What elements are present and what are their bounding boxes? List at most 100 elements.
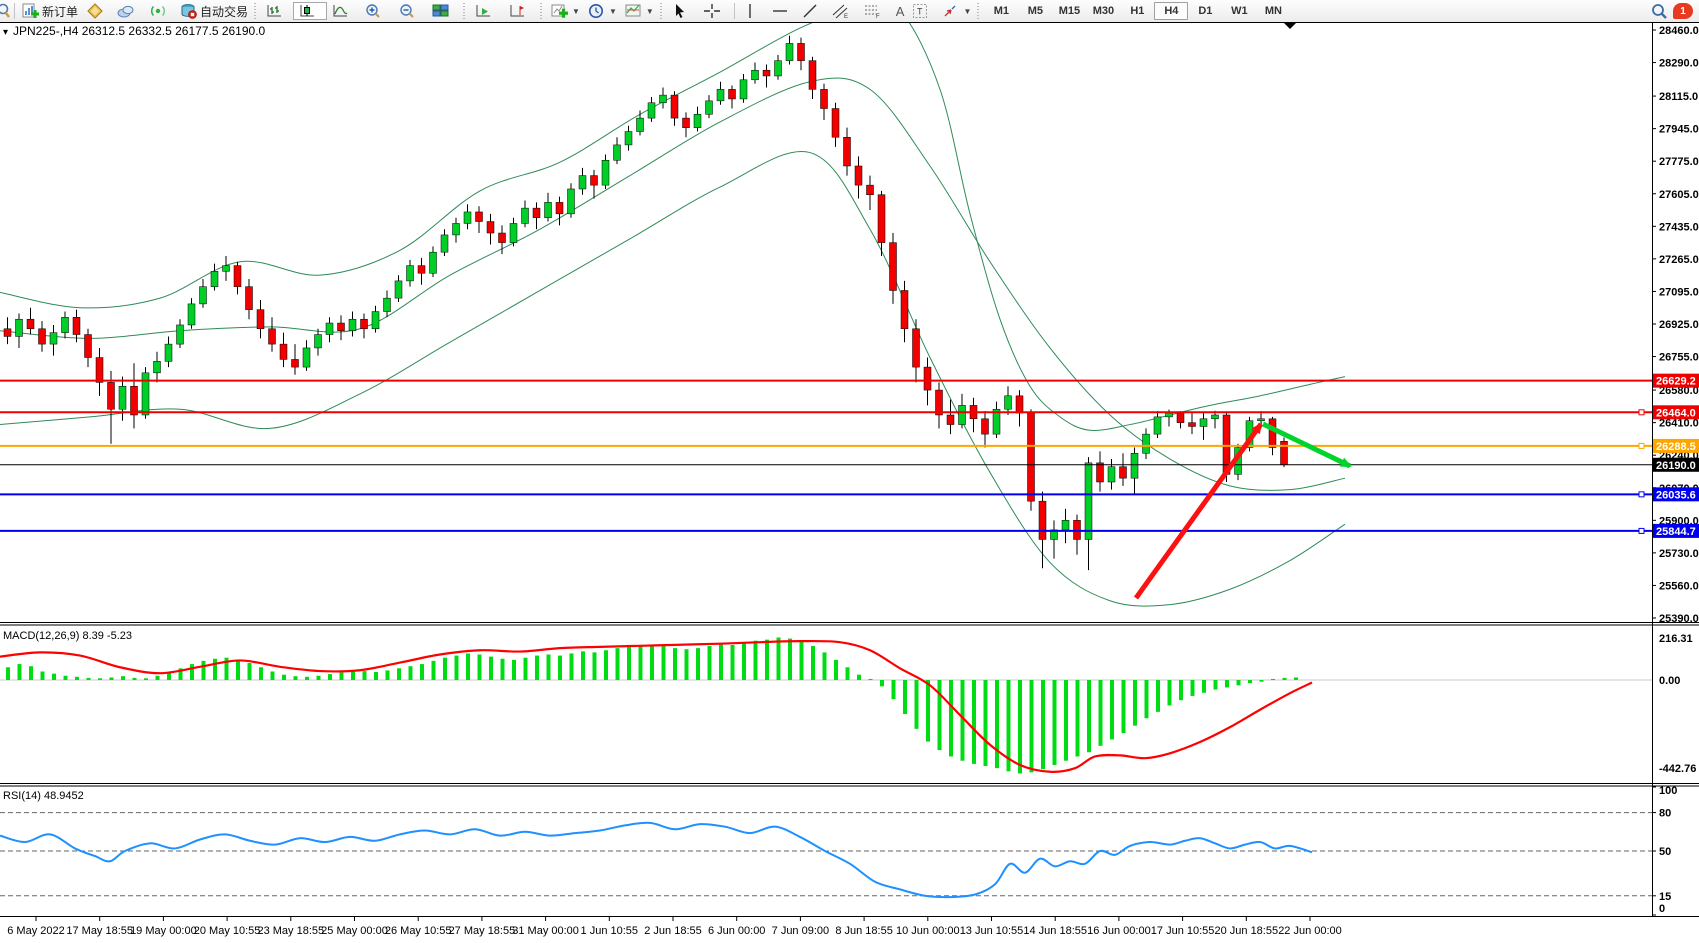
hline-handle — [1639, 443, 1644, 448]
svg-text:JPN225-,H4 26312.5 26332.5 261: JPN225-,H4 26312.5 26332.5 26177.5 26190… — [13, 24, 266, 38]
svg-text:26288.5: 26288.5 — [1656, 441, 1696, 453]
svg-text:80: 80 — [1659, 808, 1671, 820]
new-order-button[interactable]: 新订单 — [18, 1, 82, 21]
svg-text:20 May 10:55: 20 May 10:55 — [194, 925, 261, 937]
svg-text:27265.0: 27265.0 — [1659, 254, 1699, 266]
hline-handle — [1639, 492, 1644, 497]
search-icon[interactable] — [1650, 3, 1667, 19]
rsi-label: RSI(14) 48.9452 — [3, 790, 84, 802]
text-tool-icon[interactable]: A — [892, 1, 909, 21]
timeframe-button-w1[interactable]: W1 — [1222, 2, 1256, 20]
timeframe-button-m5[interactable]: M5 — [1018, 2, 1052, 20]
arrows-tool-button[interactable]: ▼ — [938, 1, 975, 21]
dropdown-caret: ▼ — [963, 7, 971, 16]
time-axis[interactable]: 6 May 202217 May 18:5519 May 00:0020 May… — [7, 917, 1342, 937]
svg-text:17 Jun 10:55: 17 Jun 10:55 — [1151, 925, 1215, 937]
timeframe-bar: M1M5M15M30H1H4D1W1MN — [984, 2, 1290, 20]
vertical-line-tool-icon[interactable] — [738, 3, 768, 19]
svg-text:28290.0: 28290.0 — [1659, 58, 1699, 70]
svg-text:-442.76: -442.76 — [1659, 763, 1696, 775]
price-chart-svg[interactable]: ▾ JPN225-,H4 26312.5 26332.5 26177.5 2619… — [0, 22, 1699, 943]
text-label-tool-icon[interactable]: T — [908, 3, 938, 19]
svg-text:26 May 10:55: 26 May 10:55 — [385, 925, 452, 937]
horizontal-line-tool-icon[interactable] — [768, 3, 798, 19]
toolbar-grip[interactable] — [254, 3, 259, 19]
svg-text:27945.0: 27945.0 — [1659, 124, 1699, 136]
templates-button[interactable]: ▼ — [621, 1, 658, 21]
dropdown-caret: ▼ — [609, 7, 617, 16]
notification-bubble[interactable]: 1 — [1673, 3, 1693, 19]
hline-handle — [1639, 528, 1644, 533]
hosting-cloud-icon[interactable] — [112, 3, 144, 19]
chart-shift-icon[interactable] — [504, 3, 538, 19]
timeframe-button-mn[interactable]: MN — [1256, 2, 1290, 20]
new-order-label: 新订单 — [42, 3, 78, 20]
svg-text:27 May 18:55: 27 May 18:55 — [449, 925, 516, 937]
toolbar-right: 1 — [1650, 3, 1699, 19]
bollinger-lower — [0, 151, 1345, 606]
timeframe-button-m15[interactable]: M15 — [1052, 2, 1086, 20]
periods-button[interactable]: ▼ — [584, 1, 621, 21]
toolbar-grip[interactable] — [540, 3, 545, 19]
arrows-tool-icon — [942, 3, 959, 19]
tile-windows-icon[interactable] — [427, 3, 461, 19]
zoom-in-icon[interactable] — [359, 3, 393, 19]
timeframe-button-h1[interactable]: H1 — [1120, 2, 1154, 20]
macd-axis: 216.310.00-442.76 — [1659, 633, 1696, 775]
svg-text:13 Jun 10:55: 13 Jun 10:55 — [960, 925, 1024, 937]
dropdown-caret: ▼ — [572, 7, 580, 16]
svg-text:6 May 2022: 6 May 2022 — [7, 925, 64, 937]
toolbar-grip[interactable] — [660, 3, 665, 19]
zoom-out-icon[interactable] — [393, 3, 427, 19]
templates-icon — [625, 3, 642, 19]
channel-tool-icon[interactable]: E — [828, 3, 860, 19]
signals-icon[interactable] — [144, 3, 176, 19]
cursor-icon[interactable] — [667, 3, 699, 19]
svg-text:26755.0: 26755.0 — [1659, 352, 1699, 364]
subwindow-collapse-marker[interactable] — [1284, 23, 1296, 29]
svg-text:T: T — [917, 7, 923, 17]
svg-text:6 Jun 00:00: 6 Jun 00:00 — [708, 925, 766, 937]
svg-text:25 May 00:00: 25 May 00:00 — [321, 925, 388, 937]
bollinger-upper — [0, 22, 1345, 431]
auto-scroll-icon[interactable] — [470, 3, 504, 19]
svg-text:25730.0: 25730.0 — [1659, 548, 1699, 560]
new-order-icon — [22, 3, 39, 19]
auto-trading-button[interactable]: 自动交易 — [176, 1, 252, 21]
svg-text:31 May 00:00: 31 May 00:00 — [512, 925, 579, 937]
timeframe-button-m1[interactable]: M1 — [984, 2, 1018, 20]
macd-label: MACD(12,26,9) 8.39 -5.23 — [3, 630, 132, 642]
crosshair-icon[interactable] — [699, 3, 731, 19]
svg-text:22 Jun 00:00: 22 Jun 00:00 — [1278, 925, 1342, 937]
editor-icon[interactable] — [82, 3, 112, 19]
line-chart-mode-icon[interactable] — [327, 3, 359, 19]
chart-title: ▾ JPN225-,H4 26312.5 26332.5 26177.5 2619… — [3, 24, 266, 38]
fibonacci-tool-icon[interactable]: F — [860, 3, 892, 19]
svg-text:1 Jun 10:55: 1 Jun 10:55 — [581, 925, 639, 937]
candlestick-mode-icon[interactable] — [293, 2, 327, 20]
svg-text:0: 0 — [1659, 903, 1665, 915]
timeframe-button-d1[interactable]: D1 — [1188, 2, 1222, 20]
rsi-axis: 1008050150 — [1652, 785, 1677, 915]
toolbar-grip[interactable] — [977, 3, 982, 19]
bar-chart-mode-icon[interactable] — [261, 3, 293, 19]
trendline-tool-icon[interactable] — [798, 3, 828, 19]
svg-text:26190.0: 26190.0 — [1656, 460, 1696, 472]
separator — [734, 3, 735, 19]
svg-text:17 May 18:55: 17 May 18:55 — [66, 925, 133, 937]
timeframe-button-m30[interactable]: M30 — [1086, 2, 1120, 20]
auto-trading-label: 自动交易 — [200, 3, 248, 20]
chart-area[interactable]: ▾ JPN225-,H4 26312.5 26332.5 26177.5 2619… — [0, 22, 1699, 943]
svg-text:2 Jun 18:55: 2 Jun 18:55 — [644, 925, 702, 937]
svg-text:▾: ▾ — [3, 27, 8, 38]
auto-trading-icon — [180, 3, 197, 19]
separator — [14, 3, 15, 19]
price-axis[interactable]: 28460.028290.028115.027945.027775.027605… — [1652, 25, 1699, 625]
svg-text:F: F — [876, 14, 880, 19]
toolbar-grip[interactable] — [463, 3, 468, 19]
rsi-panel — [0, 813, 1652, 898]
timeframe-button-h4[interactable]: H4 — [1154, 2, 1188, 20]
hline-handle — [1639, 410, 1644, 415]
indicators-button[interactable]: ▼ — [547, 1, 584, 21]
magnifier-edge-icon[interactable] — [0, 3, 11, 19]
